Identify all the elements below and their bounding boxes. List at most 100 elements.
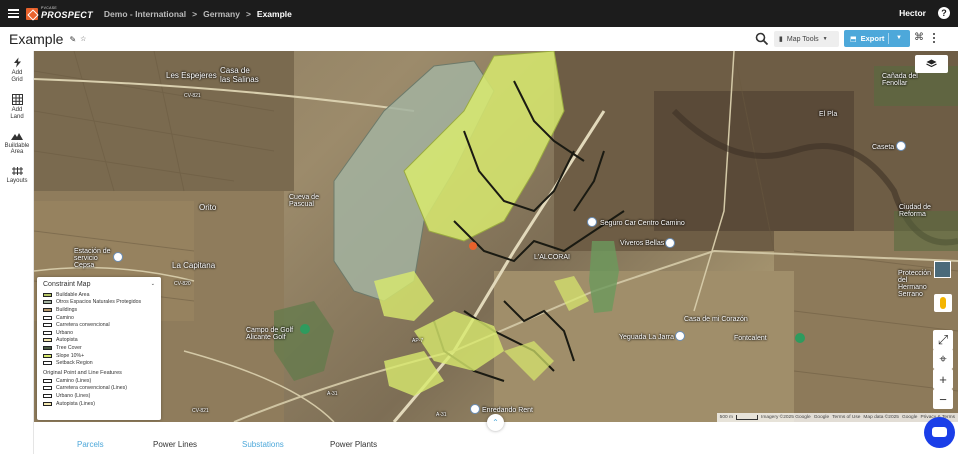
legend-header: Constraint Map ⌄ (43, 281, 155, 288)
buildable-area-tool[interactable]: Buildable Area (0, 131, 34, 157)
poi-marker-icon[interactable] (470, 404, 480, 414)
poi-marker-icon[interactable] (896, 141, 906, 151)
park-marker-icon[interactable] (795, 333, 805, 343)
legend-swatch (43, 393, 52, 398)
map-tools-button[interactable]: ▮ Map Tools ▼ (774, 31, 839, 47)
road-label: CV-820 (174, 281, 191, 287)
legend-item: Camino (43, 314, 155, 322)
layouts-icon (11, 167, 23, 176)
place-label: Campo de Golf Alicante Golf (246, 327, 294, 341)
legend-item-label: Carretera convencional (Lines) (56, 385, 127, 392)
layers-button[interactable] (915, 55, 948, 73)
legend-item-label: Setback Region (56, 360, 93, 367)
legend-item-label: Buildings (56, 306, 78, 313)
place-label: Cueva de Pascual (289, 194, 319, 208)
place-label: Yeguada La Jarra (619, 334, 675, 341)
bottom-panel: ⌃ Parcels Power Lines Substations Power … (34, 414, 958, 454)
legend-item: Tree Cover (43, 344, 155, 352)
user-name[interactable]: Hector (899, 8, 926, 18)
legend-item: Carretera convencional (43, 321, 155, 329)
legend-item-label: Urbano (56, 329, 74, 336)
legend-swatch (43, 386, 52, 391)
legend-swatch (43, 315, 52, 320)
layouts-tool[interactable]: Layouts (0, 166, 34, 185)
poi-marker-icon[interactable] (113, 252, 123, 262)
legend-item-label: Buildable Area (56, 291, 90, 298)
attribution-link[interactable]: Google (814, 415, 829, 420)
search-icon[interactable] (755, 32, 769, 46)
terms-link[interactable]: Terms of Use (832, 415, 860, 420)
legend-swatch (43, 338, 52, 343)
road-label: CV-821 (192, 408, 209, 414)
edit-title-icon[interactable]: ✎ (69, 35, 76, 44)
favorite-star-icon[interactable]: ☆ (80, 35, 86, 43)
legend-swatch (43, 353, 52, 358)
menu-icon[interactable] (0, 0, 26, 27)
breadcrumb-item[interactable]: Germany (203, 9, 240, 19)
legend-swatch (43, 307, 52, 312)
place-label: Fontcalent (734, 335, 767, 342)
export-icon: ⬒ (850, 35, 857, 43)
attribution-link[interactable]: Google (902, 415, 917, 420)
export-dropdown-icon[interactable]: ▼ (896, 30, 902, 47)
place-label: Protección del Hermano Serrano (898, 270, 932, 298)
constraint-map-legend: Constraint Map ⌄ Buildable Area Otros Esp… (37, 277, 161, 420)
place-label: Les Espejeres (166, 71, 217, 80)
tab-parcels[interactable]: Parcels (77, 440, 104, 449)
chat-support-button[interactable] (924, 417, 955, 448)
legend-collapse-icon[interactable]: ⌄ (151, 281, 155, 288)
buildable-area-label: Buildable Area (4, 142, 30, 156)
golf-marker-icon[interactable] (300, 324, 310, 334)
road-label: A-31 (436, 412, 447, 418)
map-type-thumbnail[interactable] (934, 261, 951, 278)
chevron-up-icon[interactable]: ⌃ (487, 414, 504, 431)
legend-item: Slope 10%+ (43, 352, 155, 360)
tab-power-lines[interactable]: Power Lines (153, 440, 197, 449)
top-bar: PVCASE PROSPECT Demo - International > G… (0, 0, 958, 27)
legend-item-label: Autopista (56, 337, 78, 344)
legend-item: Buildings (43, 306, 155, 314)
terrain-icon (11, 132, 23, 140)
legend-swatch (43, 378, 52, 383)
place-label: Enredando Rent (482, 407, 533, 414)
tab-power-plants[interactable]: Power Plants (330, 440, 377, 449)
more-options-icon[interactable] (933, 33, 935, 43)
poi-marker-icon[interactable] (675, 331, 685, 341)
zoom-out-button[interactable]: − (933, 389, 953, 409)
legend-item-label: Otros Espacios Naturales Protegidos (56, 299, 142, 306)
breadcrumb-separator: > (192, 8, 198, 19)
add-land-tool[interactable]: Add Land (0, 93, 34, 121)
breadcrumb: Demo - International > Germany > Example (104, 9, 292, 19)
legend-item: Autopista (Lines) (43, 400, 155, 408)
legend-swatch (43, 361, 52, 366)
fullscreen-icon[interactable]: ⤢ (933, 330, 953, 350)
project-marker-icon[interactable] (469, 242, 477, 250)
street-view-pegman-icon[interactable] (934, 294, 952, 312)
legend-item: Urbano (Lines) (43, 392, 155, 400)
lightning-icon (13, 57, 21, 68)
help-icon[interactable]: ? (938, 7, 950, 19)
place-label: Caseta (872, 144, 895, 151)
legend-item-label: Autopista (Lines) (56, 400, 95, 407)
poi-marker-icon[interactable] (587, 217, 597, 227)
breadcrumb-item[interactable]: Demo - International (104, 9, 186, 19)
attribution-text: Map data ©2025 (863, 415, 899, 420)
road-label: CV-821 (184, 93, 201, 99)
left-toolbar: Add Grid Add Land Buildable Area Layouts (0, 51, 34, 454)
place-label: Seguro Car Centro Camino (600, 220, 685, 227)
export-button[interactable]: ⬒ Export ▼ (844, 30, 910, 47)
legend-item: Otros Espacios Naturales Protegidos (43, 299, 155, 307)
attachment-icon[interactable]: ⌘ (914, 32, 924, 43)
place-label: El Pla (819, 111, 838, 118)
app-logo[interactable]: PVCASE PROSPECT (26, 7, 93, 20)
add-land-label: Add Land (10, 106, 24, 120)
zoom-in-button[interactable]: + (933, 369, 953, 389)
locate-icon[interactable]: ⌖ (933, 349, 953, 369)
legend-item: Buildable Area (43, 291, 155, 299)
tab-substations[interactable]: Substations (242, 440, 284, 449)
add-grid-tool[interactable]: Add Grid (0, 57, 34, 84)
layers-icon (926, 59, 937, 68)
poi-marker-icon[interactable] (665, 238, 675, 248)
map-canvas[interactable]: Les Espejeres Casa de las Salinas Cueva … (34, 51, 958, 422)
chevron-down-icon: ▼ (822, 36, 828, 42)
